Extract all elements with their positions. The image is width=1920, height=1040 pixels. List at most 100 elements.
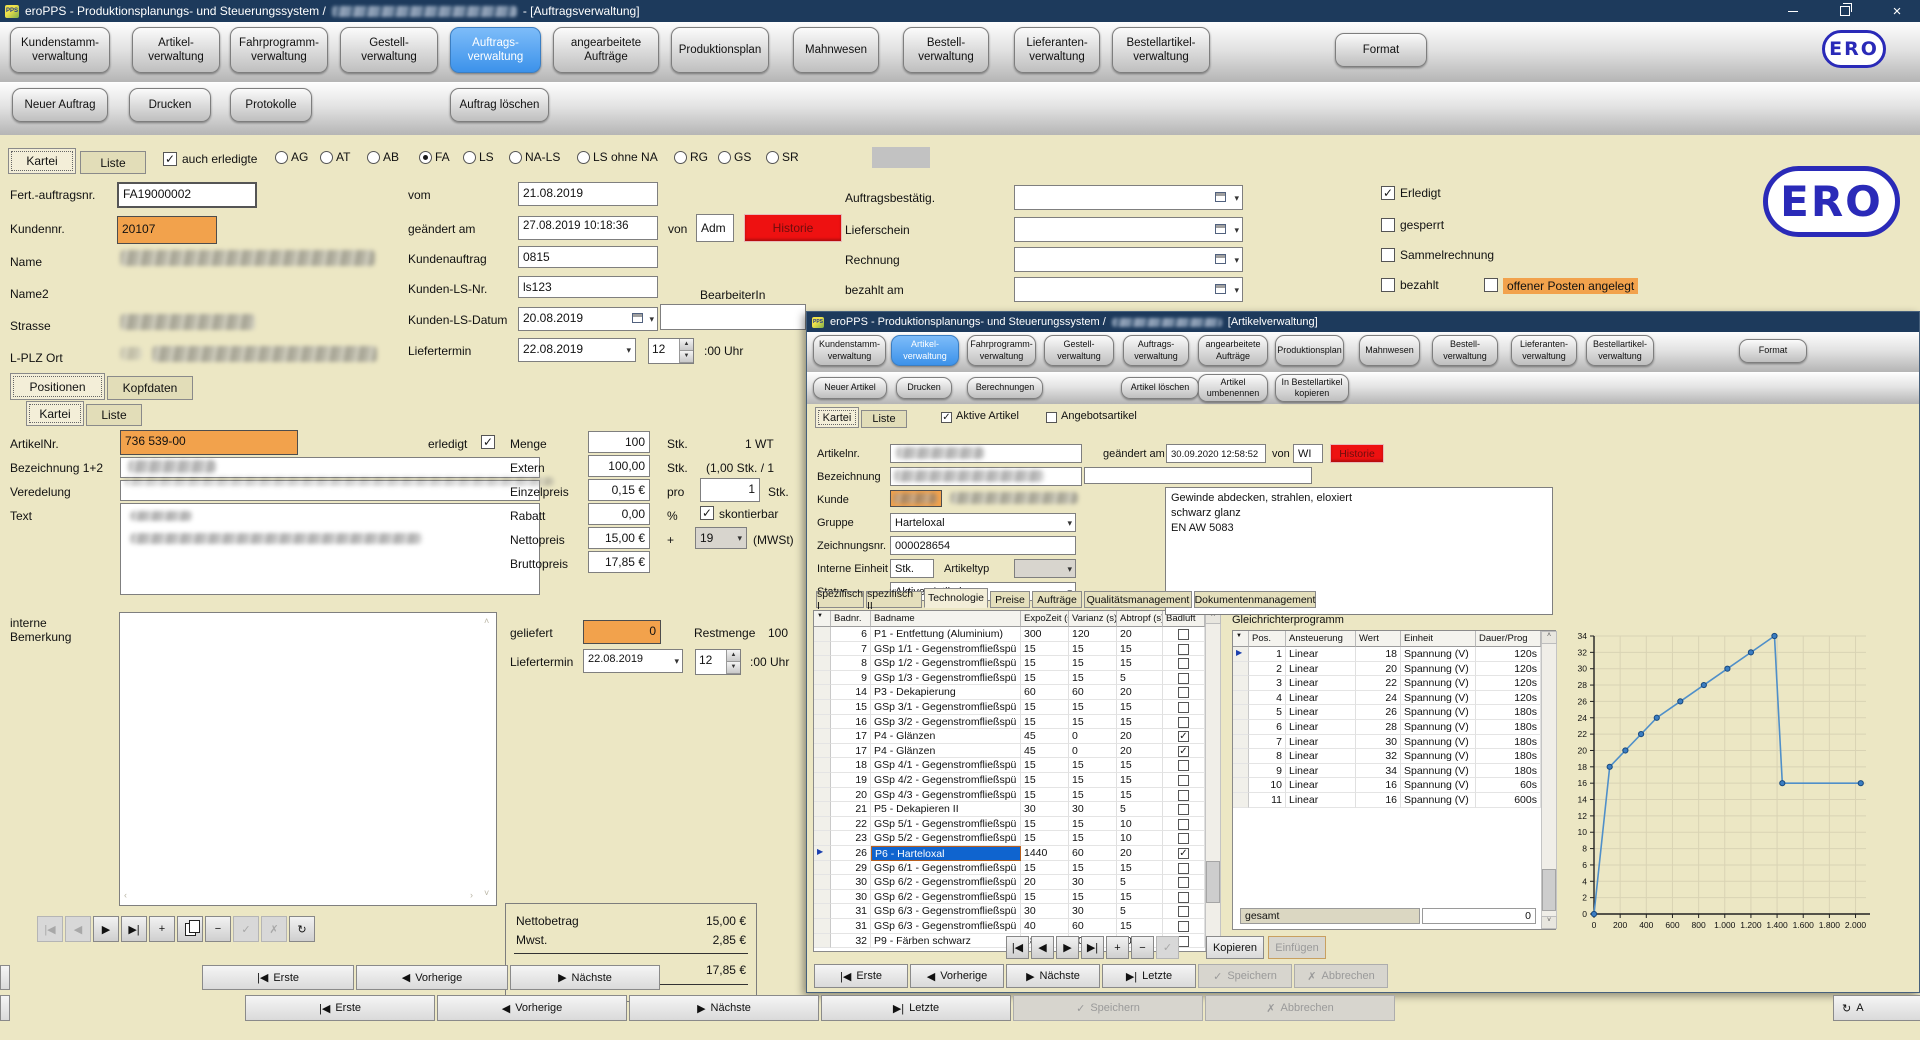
bath-table-header-1[interactable]: Badnr.	[831, 611, 871, 627]
radio-ls-ohne-na[interactable]	[577, 151, 590, 164]
historie-button[interactable]: Historie	[744, 214, 842, 242]
bath-table-cell[interactable]: 20	[1117, 846, 1163, 861]
tab-kopfdaten[interactable]: Kopfdaten	[107, 376, 193, 400]
scrollbar-thumb[interactable]	[1542, 869, 1556, 911]
chevron-down-icon[interactable]: ▾	[626, 345, 631, 356]
spin-up-icon[interactable]: ▲	[680, 339, 693, 351]
bath-table-cell[interactable]: 15	[1069, 773, 1117, 788]
bath-table-cell[interactable]: GSp 5/1 - Gegenstromfließspü	[871, 817, 1021, 832]
badluft-checkbox[interactable]	[1178, 775, 1189, 786]
bath-table-header-4[interactable]: Varianz (s)	[1069, 611, 1117, 627]
bath-table-cell[interactable]: 5	[1117, 875, 1163, 890]
bath-table-cell[interactable]: 14	[831, 685, 871, 700]
bath-table-cell[interactable]: GSp 1/3 - Gegenstromfließspü	[871, 671, 1021, 686]
w2-nav-tab-fahrprogramm[interactable]: Fahrprogramm- verwaltung	[967, 335, 1036, 366]
rectifier-table-cell[interactable]: 180s	[1476, 735, 1541, 750]
scroll-up-button[interactable]: ˄	[1541, 631, 1557, 644]
bath-table-row[interactable]: 6P1 - Entfettung (Aluminium)30012020	[814, 627, 1205, 642]
rectifier-table-row[interactable]: 3Linear22Spannung (V)120s	[1233, 676, 1541, 691]
bath-table-cell[interactable]: 31	[831, 904, 871, 919]
bath-table-cell[interactable]: 30	[1069, 875, 1117, 890]
tech-tab-aufträge[interactable]: Aufträge	[1032, 591, 1082, 608]
close-button[interactable]: ×	[1874, 0, 1920, 22]
w2-nav-tab-gestell[interactable]: Gestell- verwaltung	[1044, 335, 1114, 366]
rectifier-table-cell[interactable]: Spannung (V)	[1401, 749, 1476, 764]
chevron-down-icon[interactable]: ▾	[1067, 564, 1072, 575]
bath-table-cell[interactable]: 15	[1069, 656, 1117, 671]
w2-checkbox-aktive-artikel[interactable]: ✓	[941, 412, 952, 423]
rectifier-table-cell[interactable]: 180s	[1476, 764, 1541, 779]
bath-table-cell[interactable]: 15	[1021, 773, 1069, 788]
recnav-prev-button[interactable]: ◀	[1031, 936, 1054, 959]
radio-sr[interactable]	[766, 151, 779, 164]
bath-table-row[interactable]: 17P4 - Glänzen45020✓	[814, 729, 1205, 744]
rectifier-table-cell[interactable]: 180s	[1476, 705, 1541, 720]
tab-positionen-liste[interactable]: Liste	[86, 404, 142, 426]
bath-table-cell[interactable]	[1163, 831, 1205, 846]
radio-gs[interactable]	[718, 151, 731, 164]
rectifier-table-cell[interactable]: 2	[1249, 662, 1286, 677]
bath-table-cell[interactable]: 15	[1021, 788, 1069, 803]
checkbox-erledigt[interactable]: ✓	[1381, 186, 1395, 200]
bath-table-cell[interactable]	[1163, 715, 1205, 730]
bath-table-cell[interactable]: 1440	[1021, 846, 1069, 861]
nav-erste-button[interactable]: |◀Erste	[245, 995, 435, 1021]
bath-table-cell[interactable]: 15	[1117, 890, 1163, 905]
bath-table-cell[interactable]: 29	[831, 861, 871, 876]
bath-table-cell[interactable]	[1163, 802, 1205, 817]
bath-table-cell[interactable]: 45	[1021, 729, 1069, 744]
bath-table-cell[interactable]: 32	[831, 934, 871, 949]
bath-table-cell[interactable]: ✓	[1163, 729, 1205, 744]
bath-table-cell[interactable]	[1163, 627, 1205, 642]
bath-table-cell[interactable]: 15	[1069, 758, 1117, 773]
bath-table-cell[interactable]: 60	[1069, 919, 1117, 934]
w2-gruppe-combo[interactable]: Harteloxal▾	[890, 513, 1076, 532]
w1-nav-tab-auftrags[interactable]: Auftrags- verwaltung	[450, 27, 541, 73]
badluft-checkbox[interactable]	[1178, 760, 1189, 771]
rectifier-table-row[interactable]: 10Linear16Spannung (V)60s	[1233, 778, 1541, 793]
status-field-bezahltam[interactable]: ▾	[1014, 277, 1243, 302]
w2-tab-liste[interactable]: Liste	[861, 410, 907, 428]
bath-table-cell[interactable]: 30	[1069, 904, 1117, 919]
tech-tab-spezifisch-ii[interactable]: spezifisch II	[866, 591, 922, 608]
bath-table-cell[interactable]: P1 - Entfettung (Aluminium)	[871, 627, 1021, 642]
recnav-copy-button[interactable]	[177, 916, 203, 942]
bath-table-cell[interactable]: 5	[1117, 802, 1163, 817]
rectifier-table-cell[interactable]: 16	[1356, 793, 1401, 808]
rectifier-table-header-5[interactable]: Dauer/Prog	[1476, 631, 1541, 647]
badluft-checkbox[interactable]: ✓	[1178, 746, 1189, 757]
bath-table-cell[interactable]	[1163, 671, 1205, 686]
w1-nav-tab-fahrprogramm[interactable]: Fahrprogramm- verwaltung	[230, 27, 328, 73]
w2-nav-tab-produktionsplan[interactable]: Produktionsplan	[1275, 335, 1344, 366]
badluft-checkbox[interactable]	[1178, 673, 1189, 684]
bath-table-cell[interactable]: GSp 6/1 - Gegenstromfließspü	[871, 861, 1021, 876]
bath-table-cell[interactable]: 21	[831, 802, 871, 817]
bath-table-cell[interactable]: 26	[831, 846, 871, 861]
recnav-add-button[interactable]: +	[1106, 936, 1129, 959]
rectifier-table-row[interactable]: 2Linear20Spannung (V)120s	[1233, 662, 1541, 677]
badluft-checkbox[interactable]: ✓	[1178, 731, 1189, 742]
bath-table-cell[interactable]: 300	[1021, 627, 1069, 642]
partial-button-left[interactable]	[0, 965, 10, 990]
radio-na-ls[interactable]	[509, 151, 522, 164]
einzelpreis-field[interactable]: 0,15 €	[588, 479, 650, 501]
recnav-delete-button[interactable]: −	[205, 916, 231, 942]
w2-toolbar-in-bestellartikel-kopieren[interactable]: In Bestellartikel kopieren	[1275, 374, 1349, 402]
status-field-rechnung[interactable]: ▾	[1014, 247, 1243, 272]
rectifier-table-header-1[interactable]: Pos.	[1249, 631, 1286, 647]
status-field-auftragsbestätig[interactable]: ▾	[1014, 185, 1243, 210]
bath-table-cell[interactable]: 15	[1021, 671, 1069, 686]
rectifier-table-header-3[interactable]: Wert	[1356, 631, 1401, 647]
nav-vorherige-button[interactable]: ◀Vorherige	[437, 995, 627, 1021]
rectifier-table-cell[interactable]: Spannung (V)	[1401, 793, 1476, 808]
w2-nav-tab-kundenstamm[interactable]: Kundenstamm- verwaltung	[813, 335, 886, 366]
rectifier-table-cell[interactable]: 20	[1356, 662, 1401, 677]
rectifier-table-cell[interactable]: 18	[1356, 647, 1401, 662]
w2-zeichnungsnr-field[interactable]: 000028654	[890, 536, 1076, 555]
rectifier-table-cell[interactable]: 180s	[1476, 749, 1541, 764]
w1-toolbar-drucken[interactable]: Drucken	[129, 88, 211, 122]
bath-table-cell[interactable]: 6	[831, 627, 871, 642]
bath-table-row[interactable]: 22GSp 5/1 - Gegenstromfließspü151510	[814, 817, 1205, 832]
bath-table-cell[interactable]: 5	[1117, 671, 1163, 686]
radio-ls[interactable]	[463, 151, 476, 164]
